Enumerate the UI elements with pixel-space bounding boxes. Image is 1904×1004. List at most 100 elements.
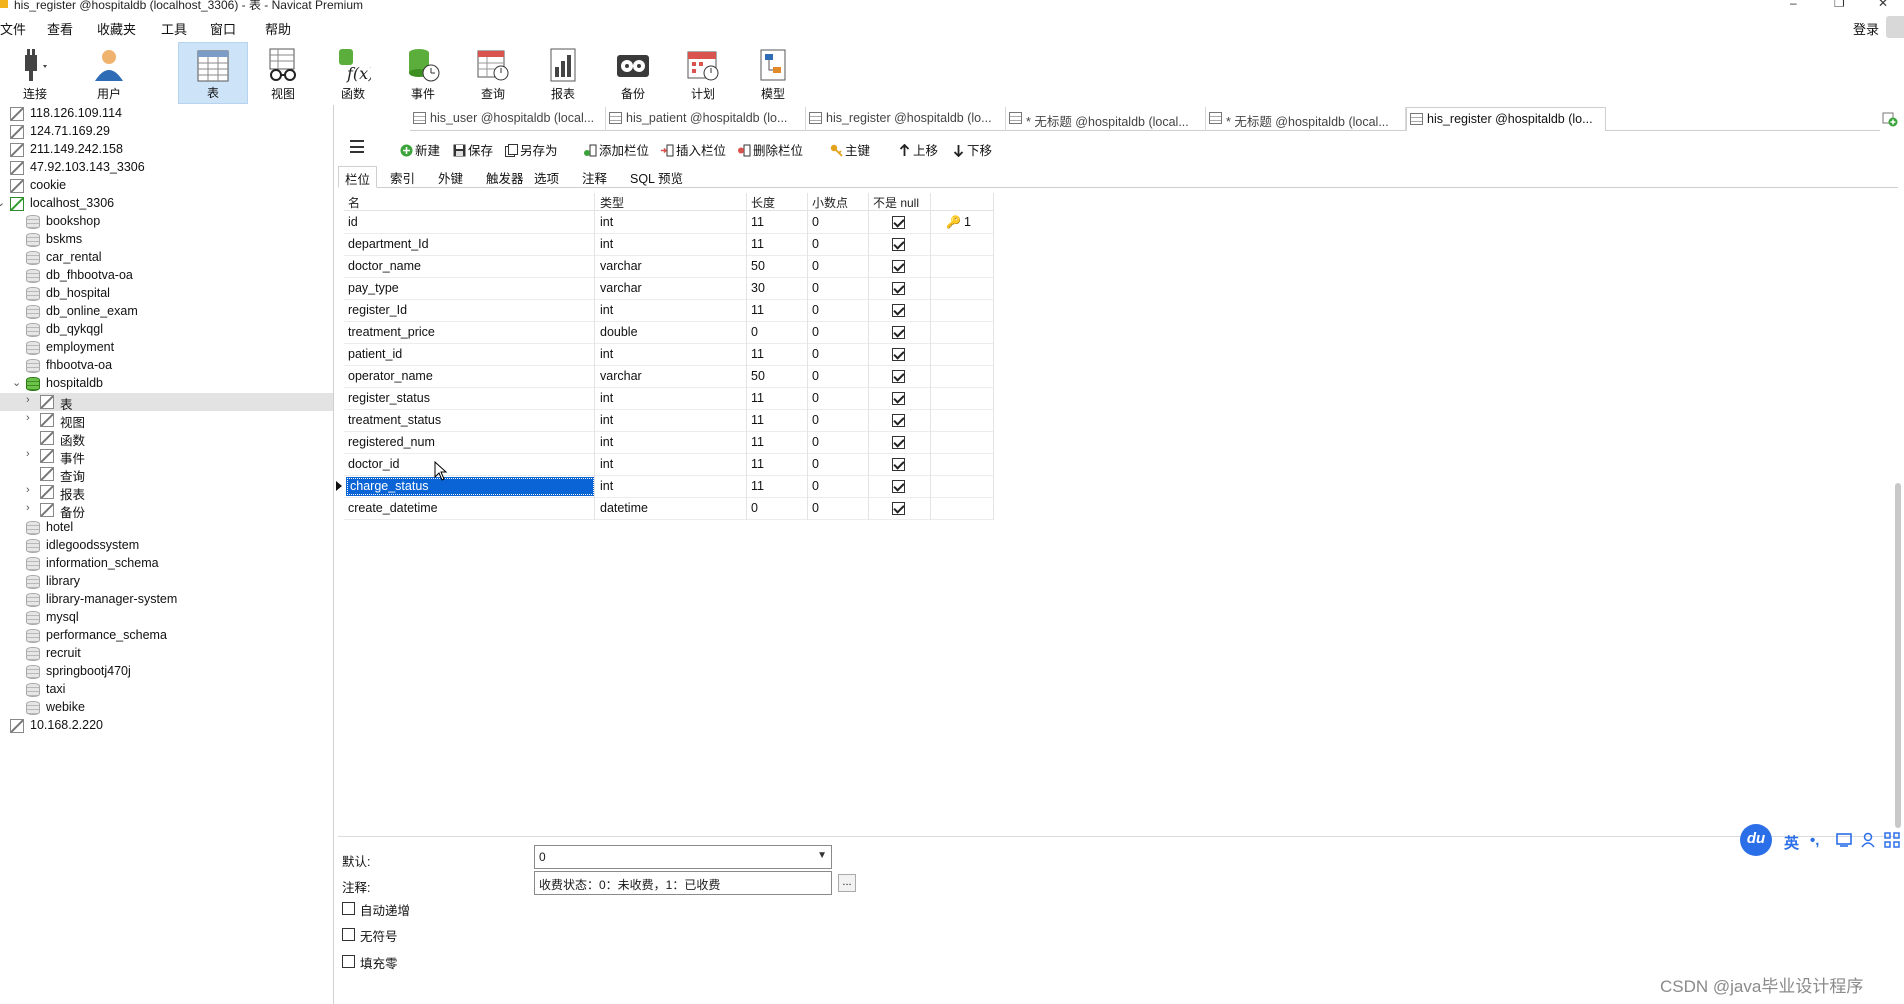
ime-language-toggle[interactable]: 英 bbox=[1784, 832, 1799, 853]
tree-item[interactable]: car_rental bbox=[0, 249, 333, 267]
cell-name[interactable]: register_status bbox=[348, 391, 430, 405]
not-null-checkbox[interactable] bbox=[892, 370, 905, 383]
ime-punctuation-toggle[interactable]: •, bbox=[1810, 832, 1819, 849]
move-down-button[interactable]: 下移 bbox=[952, 140, 992, 159]
tree-item[interactable]: › 报表 bbox=[0, 483, 333, 502]
tree-item[interactable]: performance_schema bbox=[0, 627, 333, 645]
toolbar-query-button[interactable]: 查询 bbox=[458, 42, 528, 104]
cell-name[interactable]: treatment_price bbox=[348, 325, 435, 339]
cell-length[interactable]: 0 bbox=[751, 325, 758, 339]
cell-name[interactable]: department_Id bbox=[348, 237, 429, 251]
cell-type[interactable]: int bbox=[600, 215, 613, 229]
cell-length[interactable]: 0 bbox=[751, 501, 758, 515]
cell-decimals[interactable]: 0 bbox=[812, 413, 819, 427]
toolbar-view-button[interactable]: 视图 bbox=[248, 42, 318, 104]
toolbar-model-button[interactable]: 模型 bbox=[738, 42, 808, 104]
cell-decimals[interactable]: 0 bbox=[812, 303, 819, 317]
cell-decimals[interactable]: 0 bbox=[812, 259, 819, 273]
doc-tab[interactable]: his_register @hospitaldb (lo... bbox=[806, 107, 1006, 131]
cell-type[interactable]: double bbox=[600, 325, 638, 339]
cell-type[interactable]: int bbox=[600, 435, 613, 449]
cell-type[interactable]: int bbox=[600, 237, 613, 251]
auto-increment-checkbox[interactable] bbox=[342, 902, 355, 915]
tree-item[interactable]: fhbootva-oa bbox=[0, 357, 333, 375]
tab-sql-preview[interactable]: SQL 预览 bbox=[624, 166, 689, 188]
insert-field-button[interactable]: 插入栏位 bbox=[661, 140, 726, 159]
table-row[interactable]: registered_num int 11 0 bbox=[344, 432, 994, 454]
unsigned-checkbox[interactable] bbox=[342, 928, 355, 941]
tree-item[interactable]: employment bbox=[0, 339, 333, 357]
tree-item[interactable]: 118.126.109.114 bbox=[0, 105, 333, 123]
table-row[interactable]: register_Id int 11 0 bbox=[344, 300, 994, 322]
toolbar-backup-button[interactable]: 备份 bbox=[598, 42, 668, 104]
tree-item[interactable]: › 表 bbox=[0, 393, 333, 412]
cell-name[interactable]: treatment_status bbox=[348, 413, 441, 427]
not-null-checkbox[interactable] bbox=[892, 260, 905, 273]
not-null-checkbox[interactable] bbox=[892, 436, 905, 449]
chevron-right-icon[interactable]: › bbox=[26, 412, 30, 424]
tree-item[interactable]: webike bbox=[0, 699, 333, 717]
cell-decimals[interactable]: 0 bbox=[812, 325, 819, 339]
tree-item[interactable]: recruit bbox=[0, 645, 333, 663]
cell-length[interactable]: 11 bbox=[751, 413, 764, 427]
tree-item[interactable]: 211.149.242.158 bbox=[0, 141, 333, 159]
tree-item[interactable]: 10.168.2.220 bbox=[0, 717, 333, 735]
minimize-button[interactable]: – bbox=[1790, 0, 1797, 10]
tree-item[interactable]: hotel bbox=[0, 519, 333, 537]
new-tab-icon[interactable] bbox=[1882, 111, 1898, 127]
menu-favorites[interactable]: 收藏夹 bbox=[97, 19, 136, 38]
tree-item[interactable]: idlegoodssystem bbox=[0, 537, 333, 555]
tree-item[interactable]: 查询 bbox=[0, 465, 333, 484]
cell-type[interactable]: int bbox=[600, 457, 613, 471]
restore-button[interactable]: ❐ bbox=[1834, 0, 1845, 10]
tree-item[interactable]: db_qykqgl bbox=[0, 321, 333, 339]
tree-item[interactable]: 124.71.169.29 bbox=[0, 123, 333, 141]
zerofill-checkbox[interactable] bbox=[342, 955, 355, 968]
chevron-right-icon[interactable]: › bbox=[26, 502, 30, 514]
cell-type[interactable]: int bbox=[600, 391, 613, 405]
cell-type[interactable]: int bbox=[600, 413, 613, 427]
cell-length[interactable]: 11 bbox=[751, 391, 764, 405]
cell-type[interactable]: varchar bbox=[600, 259, 642, 273]
tree-item[interactable]: taxi bbox=[0, 681, 333, 699]
cell-decimals[interactable]: 0 bbox=[812, 281, 819, 295]
tree-item[interactable]: › 视图 bbox=[0, 411, 333, 430]
tree-item[interactable]: information_schema bbox=[0, 555, 333, 573]
new-button[interactable]: 新建 bbox=[400, 140, 440, 159]
comment-input[interactable]: 收费状态：0：未收费，1：已收费 bbox=[534, 871, 832, 895]
cell-decimals[interactable]: 0 bbox=[812, 215, 819, 229]
cell-decimals[interactable]: 0 bbox=[812, 435, 819, 449]
login-link[interactable]: 登录 bbox=[1853, 19, 1879, 38]
not-null-checkbox[interactable] bbox=[892, 502, 905, 515]
tab-triggers[interactable]: 触发器 bbox=[480, 166, 530, 188]
tree-item[interactable]: › 备份 bbox=[0, 501, 333, 520]
cell-type[interactable]: int bbox=[600, 347, 613, 361]
close-button[interactable]: ✕ bbox=[1878, 0, 1888, 10]
grid-vertical-scrollbar[interactable] bbox=[1892, 193, 1904, 828]
not-null-checkbox[interactable] bbox=[892, 348, 905, 361]
tree-item[interactable]: ⌄ localhost_3306 bbox=[0, 195, 333, 213]
ime-keyboard-icon[interactable] bbox=[1836, 833, 1852, 847]
table-row[interactable]: id int 11 0 🔑 1 bbox=[344, 212, 994, 234]
not-null-checkbox[interactable] bbox=[892, 304, 905, 317]
not-null-checkbox[interactable] bbox=[892, 392, 905, 405]
table-row[interactable]: operator_name varchar 50 0 bbox=[344, 366, 994, 388]
tab-indexes[interactable]: 索引 bbox=[384, 166, 421, 188]
cell-name[interactable]: id bbox=[348, 215, 358, 229]
tree-item[interactable]: db_fhbootva-oa bbox=[0, 267, 333, 285]
menu-window[interactable]: 窗口 bbox=[210, 19, 236, 38]
tree-item[interactable]: springbootj470j bbox=[0, 663, 333, 681]
doc-tab[interactable]: his_user @hospitaldb (local... bbox=[410, 107, 606, 131]
not-null-checkbox[interactable] bbox=[892, 238, 905, 251]
cell-length[interactable]: 11 bbox=[751, 215, 764, 229]
ime-logo-icon[interactable]: du bbox=[1740, 824, 1772, 856]
cell-length[interactable]: 50 bbox=[751, 369, 765, 383]
toolbar-table-button[interactable]: 表 bbox=[178, 42, 248, 104]
not-null-checkbox[interactable] bbox=[892, 414, 905, 427]
toolbar-report-button[interactable]: 报表 bbox=[528, 42, 598, 104]
tab-options[interactable]: 选项 bbox=[528, 166, 565, 188]
tree-item[interactable]: library-manager-system bbox=[0, 591, 333, 609]
cell-length[interactable]: 11 bbox=[751, 457, 764, 471]
menu-icon[interactable] bbox=[350, 140, 364, 153]
tree-item[interactable]: db_online_exam bbox=[0, 303, 333, 321]
